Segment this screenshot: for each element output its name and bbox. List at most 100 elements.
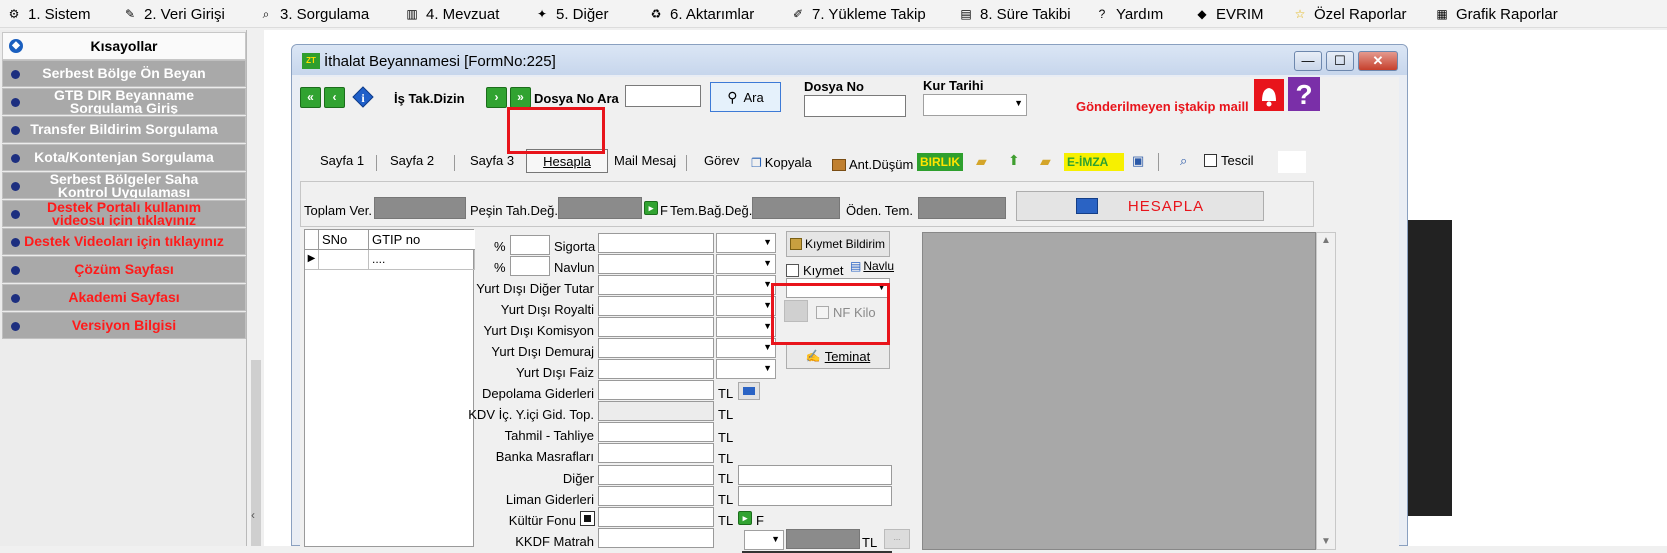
column-header-sno[interactable]: SNo <box>319 230 369 250</box>
navlun-input[interactable] <box>598 254 714 274</box>
navlu-button[interactable]: ▤ Navlu <box>850 259 894 273</box>
kkdf-matrah-input[interactable] <box>598 528 714 548</box>
birlik-button[interactable]: BIRLIK <box>917 153 963 171</box>
next-record-icon[interactable]: › <box>486 87 507 108</box>
kultur-fonu-checkbox[interactable] <box>580 511 595 526</box>
checkbox-box[interactable] <box>786 264 799 277</box>
menu-grafik-raporlar[interactable]: ▦ Grafik Raporlar <box>1434 4 1557 24</box>
menu-yardim[interactable]: ? Yardım <box>1094 4 1164 24</box>
folder-open-icon[interactable]: ▰ <box>976 153 987 170</box>
column-header-gtip[interactable]: GTIP no <box>369 230 475 250</box>
sidebar-item-saha-kontrol[interactable]: Serbest Bölgeler Saha Kontrol Uygulaması <box>2 172 246 199</box>
tab-sayfa-3[interactable]: Sayfa 3 <box>470 153 514 168</box>
tescil-checkbox[interactable]: Tescil <box>1204 153 1254 168</box>
menu-sorgulama[interactable]: ⌕ 3. Sorgulama <box>258 4 370 24</box>
alarm-icon[interactable] <box>1254 79 1284 111</box>
scroll-down-icon[interactable]: ▼ <box>1321 536 1331 547</box>
detail-scrollbar[interactable]: ▲ ▼ <box>1316 232 1336 550</box>
sigorta-pct-input[interactable] <box>510 235 550 255</box>
preview-icon[interactable]: ⌕ <box>1180 153 1187 169</box>
sidebar-item-cozum-sayfasi[interactable]: Çözüm Sayfası <box>2 256 246 283</box>
kiymet-bildirim-button[interactable]: Kıymet Bildirim <box>786 231 890 257</box>
teminat-button[interactable]: ✍ Teminat <box>786 343 890 369</box>
depolama-input[interactable] <box>598 380 714 400</box>
kur-tarihi-select[interactable] <box>923 94 1027 116</box>
sidebar-item-kota-kontenjan[interactable]: Kota/Kontenjan Sorgulama <box>2 144 246 171</box>
sidebar-item-serbest-bolge-on-beyan[interactable]: Serbest Bölge Ön Beyan <box>2 60 246 87</box>
info-icon[interactable]: i <box>352 86 374 108</box>
menu-yukleme-takip[interactable]: ✐ 7. Yükleme Takip <box>790 4 926 24</box>
dosya-no-input[interactable] <box>804 95 906 117</box>
tab-mail-mesaj[interactable]: Mail Mesaj <box>614 153 676 168</box>
sidebar-scrollbar[interactable]: ‹ <box>249 30 263 546</box>
tab-sayfa-1[interactable]: Sayfa 1 <box>320 153 364 168</box>
liman-note-input[interactable] <box>738 486 892 506</box>
navlun-currency-select[interactable] <box>716 254 776 274</box>
kkdf-select[interactable] <box>744 530 784 550</box>
menu-sistem[interactable]: ⚙ 1. Sistem <box>6 4 91 24</box>
monitor-icon[interactable]: ▣ <box>1132 153 1144 169</box>
yurt-disi-demuraj-currency[interactable] <box>716 338 776 358</box>
ara-button[interactable]: ⚲ Ara <box>710 82 781 112</box>
menu-ozel-raporlar[interactable]: ☆ Özel Raporlar <box>1292 4 1407 24</box>
dosya-no-ara-input[interactable] <box>625 85 701 107</box>
hesapla-button[interactable]: HESAPLA <box>1016 191 1264 221</box>
chevron-left-icon[interactable]: ‹ <box>251 508 255 522</box>
yurt-disi-demuraj-input[interactable] <box>598 338 714 358</box>
kiymet-checkbox[interactable]: Kıymet <box>786 263 843 278</box>
upload-icon[interactable]: ⬆ <box>1008 152 1020 169</box>
yurt-disi-faiz-currency[interactable] <box>716 359 776 379</box>
table-cell-sno[interactable] <box>319 250 369 270</box>
menu-veri-girisi[interactable]: ✎ 2. Veri Girişi <box>122 4 225 24</box>
menu-sure-takibi[interactable]: ▤ 8. Süre Takibi <box>958 4 1070 24</box>
yurt-disi-royalti-currency[interactable] <box>716 296 776 316</box>
kultur-fonu-input[interactable] <box>598 507 714 527</box>
sidebar-item-versiyon-bilgisi[interactable]: Versiyon Bilgisi <box>2 312 246 339</box>
menu-diger[interactable]: ✦ 5. Diğer <box>534 4 609 24</box>
yurt-disi-faiz-input[interactable] <box>598 359 714 379</box>
yurt-disi-komisyon-input[interactable] <box>598 317 714 337</box>
sidebar-item-akademi-sayfasi[interactable]: Akademi Sayfası <box>2 284 246 311</box>
maximize-button[interactable]: ☐ <box>1326 51 1354 71</box>
sidebar-item-transfer-bildirim[interactable]: Transfer Bildirim Sorgulama <box>2 116 246 143</box>
yurt-disi-diger-currency[interactable] <box>716 275 776 295</box>
diger-input[interactable] <box>598 465 714 485</box>
gtip-grid[interactable]: SNo GTIP no ▶ .... <box>304 229 475 547</box>
table-cell-gtip[interactable]: .... <box>369 250 475 270</box>
kopyala-button[interactable]: ❐ Kopyala <box>751 155 812 170</box>
sidebar-item-gtb-dir[interactable]: GTB DIR Beyanname Sorgulama Giriş <box>2 88 246 115</box>
prev-record-icon[interactable]: ‹ <box>324 87 345 108</box>
banka-masraflari-input[interactable] <box>598 443 714 463</box>
sigorta-currency-select[interactable] <box>716 233 776 253</box>
sigorta-input[interactable] <box>598 233 714 253</box>
yurt-disi-komisyon-currency[interactable] <box>716 317 776 337</box>
window-titlebar[interactable]: ZT İthalat Beyannamesi [FormNo:225] — ☐ … <box>292 45 1407 75</box>
yurt-disi-diger-input[interactable] <box>598 275 714 295</box>
tahmil-tahliye-input[interactable] <box>598 422 714 442</box>
folder-export-icon[interactable]: ▰ <box>1040 153 1051 170</box>
menu-mevzuat[interactable]: ▥ 4. Mevzuat <box>404 4 499 24</box>
e-imza-button[interactable]: E-İMZA <box>1064 153 1124 171</box>
sidebar-item-destek-portali[interactable]: Destek Portalı kullanım videosu için tık… <box>2 200 246 227</box>
navlun-pct-input[interactable] <box>510 256 550 276</box>
first-record-icon[interactable]: « <box>300 87 321 108</box>
scroll-up-icon[interactable]: ▲ <box>1321 235 1331 246</box>
play-icon[interactable]: ▸ <box>644 201 658 215</box>
liman-giderleri-input[interactable] <box>598 486 714 506</box>
last-record-icon[interactable]: » <box>510 87 531 108</box>
yurt-disi-royalti-input[interactable] <box>598 296 714 316</box>
diger-note-input[interactable] <box>738 465 892 485</box>
is-tak-dizin-label[interactable]: İş Tak.Dizin <box>394 91 465 106</box>
menu-evrim[interactable]: ◆ EVRIM <box>1194 4 1263 24</box>
minimize-button[interactable]: — <box>1294 51 1322 71</box>
tab-sayfa-2[interactable]: Sayfa 2 <box>390 153 434 168</box>
tab-gorev[interactable]: Görev <box>704 153 739 168</box>
menu-aktarimlar[interactable]: ♻ 6. Aktarımlar <box>648 4 755 24</box>
checkbox-box[interactable] <box>1204 154 1217 167</box>
close-button[interactable]: ✕ <box>1358 51 1398 71</box>
help-question-icon[interactable]: ? <box>1288 77 1320 111</box>
depolama-calc-button[interactable] <box>738 382 760 400</box>
ant-dusum-button[interactable]: Ant.Düşüm <box>832 157 913 172</box>
sidebar-item-destek-videolari[interactable]: Destek Videoları için tıklayınız <box>2 228 246 255</box>
kkdf-ellipsis-button[interactable]: ... <box>884 529 910 549</box>
